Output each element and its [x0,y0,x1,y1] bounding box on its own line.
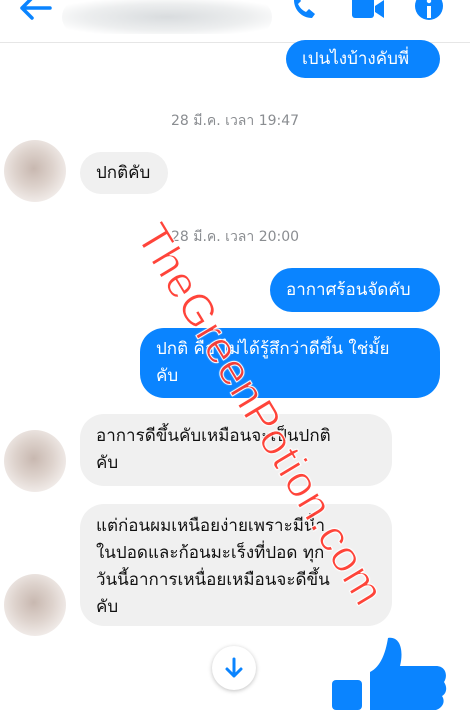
incoming-message[interactable]: อาการดีขึ้นคับเหมือนจะเป็นปกติ คับ [80,414,392,486]
video-camera-icon[interactable] [350,0,386,22]
outgoing-message[interactable]: อากาศร้อนจัดคับ [270,268,440,312]
contact-avatar[interactable] [4,574,66,636]
info-icon[interactable] [414,0,444,24]
timestamp: 28 มี.ค. เวลา 20:00 [170,229,300,245]
message-text: อากาศร้อนจัดคับ [286,280,411,300]
incoming-message[interactable]: แต่ก่อนผมเหนือยง่ายเพราะมีน้ำ ในปอดและก้… [80,504,392,626]
message-text-line: แต่ก่อนผมเหนือยง่ายเพราะมีน้ำ [96,516,326,536]
phone-icon[interactable] [288,0,318,24]
incoming-message[interactable]: ปกติคับ [80,152,168,194]
chat-header [0,0,470,43]
message-text-line: วันนี้อาการเหนื่อยเหมือนจะดีขึ้น [96,570,330,590]
contact-name-blurred[interactable] [62,0,272,34]
arrow-down-icon [225,657,243,678]
message-text-line: ในปอดและก้อนมะเร็งที่ปอด ทุก [96,543,325,563]
message-text-line: คับ [156,366,179,386]
outgoing-message[interactable]: เปนไงบ้างคับพี่ [286,40,440,78]
message-text-line: คับ [96,597,119,617]
scroll-to-bottom-button[interactable] [212,646,256,690]
message-text-line: อาการดีขึ้นคับเหมือนจะเป็นปกติ [96,426,331,446]
message-text-line: ปกติ คือ ไม่ได้รู้สึกว่าดีขึ้น ใช่มั้ย [156,339,390,359]
outgoing-message[interactable]: ปกติ คือ ไม่ได้รู้สึกว่าดีขึ้น ใช่มั้ย ค… [140,328,440,398]
message-text: ปกติคับ [96,163,151,183]
thumbs-up-icon[interactable] [330,636,450,710]
timestamp: 28 มี.ค. เวลา 19:47 [170,113,300,129]
message-text: เปนไงบ้างคับพี่ [302,49,410,69]
message-text-line: คับ [96,453,119,473]
contact-avatar[interactable] [4,140,66,202]
back-arrow-icon[interactable] [18,0,54,26]
contact-avatar[interactable] [4,430,66,492]
